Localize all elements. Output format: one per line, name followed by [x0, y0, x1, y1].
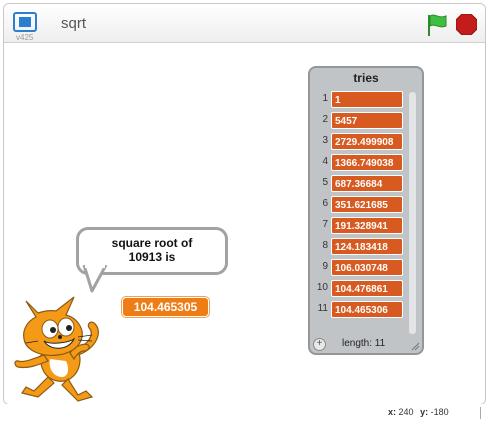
x-value: 240 [398, 407, 414, 417]
list-item-value[interactable]: 104.476861 [331, 280, 403, 297]
list-item-value[interactable]: 124.183418 [331, 238, 403, 255]
list-item-index: 5 [322, 177, 328, 188]
y-label: y: [420, 407, 429, 417]
list-item: 8 124.183418 [310, 236, 422, 257]
list-item-value[interactable]: 351.621685 [331, 196, 403, 213]
list-item-index: 7 [322, 219, 328, 230]
y-value: -180 [430, 407, 449, 417]
variable-monitor[interactable]: 104.465305 [122, 297, 209, 317]
x-label: x: [388, 407, 397, 417]
resize-grip-icon[interactable] [480, 407, 487, 419]
list-item-value[interactable]: 106.030748 [331, 259, 403, 276]
list-item: 3 2729.499908 [310, 131, 422, 152]
speech-text: square root of 10913 is [79, 236, 225, 264]
status-bar: x: 240 y: -180 [0, 404, 489, 423]
list-item-value[interactable]: 687.36684 [331, 175, 403, 192]
list-item: 10 104.476861 [310, 278, 422, 299]
list-item: 11 104.465306 [310, 299, 422, 320]
list-item: 4 1366.749038 [310, 152, 422, 173]
green-flag-icon[interactable] [426, 13, 448, 37]
version-label: v425 [16, 33, 34, 42]
list-item: 6 351.621685 [310, 194, 422, 215]
list-item: 5 687.36684 [310, 173, 422, 194]
list-item-index: 10 [316, 282, 328, 293]
list-length-label: length: 11 [342, 338, 386, 349]
list-item: 1 1 [310, 89, 422, 110]
list-item-value[interactable]: 1366.749038 [331, 154, 403, 171]
list-title: tries [353, 71, 379, 85]
speech-line-2: 10913 is [128, 250, 176, 264]
list-add-button[interactable]: + [313, 338, 326, 351]
list-item-index: 2 [322, 114, 328, 125]
player-window: v425 sqrt tries 1 1 2 5457 3 2729.499908… [3, 3, 486, 405]
mouse-coordinates: x: 240 y: -180 [388, 407, 453, 417]
list-item-value[interactable]: 5457 [331, 112, 403, 129]
speech-bubble-tail-icon [82, 265, 108, 293]
list-item: 2 5457 [310, 110, 422, 131]
list-item-value[interactable]: 104.465306 [331, 301, 403, 318]
fullscreen-icon[interactable] [13, 12, 37, 32]
resize-handle-icon[interactable] [410, 341, 420, 351]
list-item: 7 191.328941 [310, 215, 422, 236]
list-item-index: 8 [322, 240, 328, 251]
list-item-index: 1 [322, 93, 328, 104]
stage[interactable]: tries 1 1 2 5457 3 2729.499908 4 1366.74… [4, 43, 485, 404]
list-scrollbar[interactable] [409, 92, 416, 334]
list-item-index: 3 [322, 135, 328, 146]
list-item: 9 106.030748 [310, 257, 422, 278]
list-monitor-tries[interactable]: tries 1 1 2 5457 3 2729.499908 4 1366.74… [308, 66, 424, 355]
list-item-index: 4 [322, 156, 328, 167]
list-item-value[interactable]: 191.328941 [331, 217, 403, 234]
list-item-index: 11 [317, 303, 328, 314]
stop-sign-icon[interactable] [456, 14, 477, 35]
speech-line-1: square root of [111, 236, 193, 250]
title-bar: v425 sqrt [4, 4, 485, 43]
project-title: sqrt [61, 15, 87, 32]
list-item-index: 9 [322, 261, 328, 272]
list-item-value[interactable]: 2729.499908 [331, 133, 403, 150]
list-item-index: 6 [322, 198, 328, 209]
scratch-cat-sprite[interactable] [8, 293, 108, 405]
list-item-value[interactable]: 1 [331, 91, 403, 108]
